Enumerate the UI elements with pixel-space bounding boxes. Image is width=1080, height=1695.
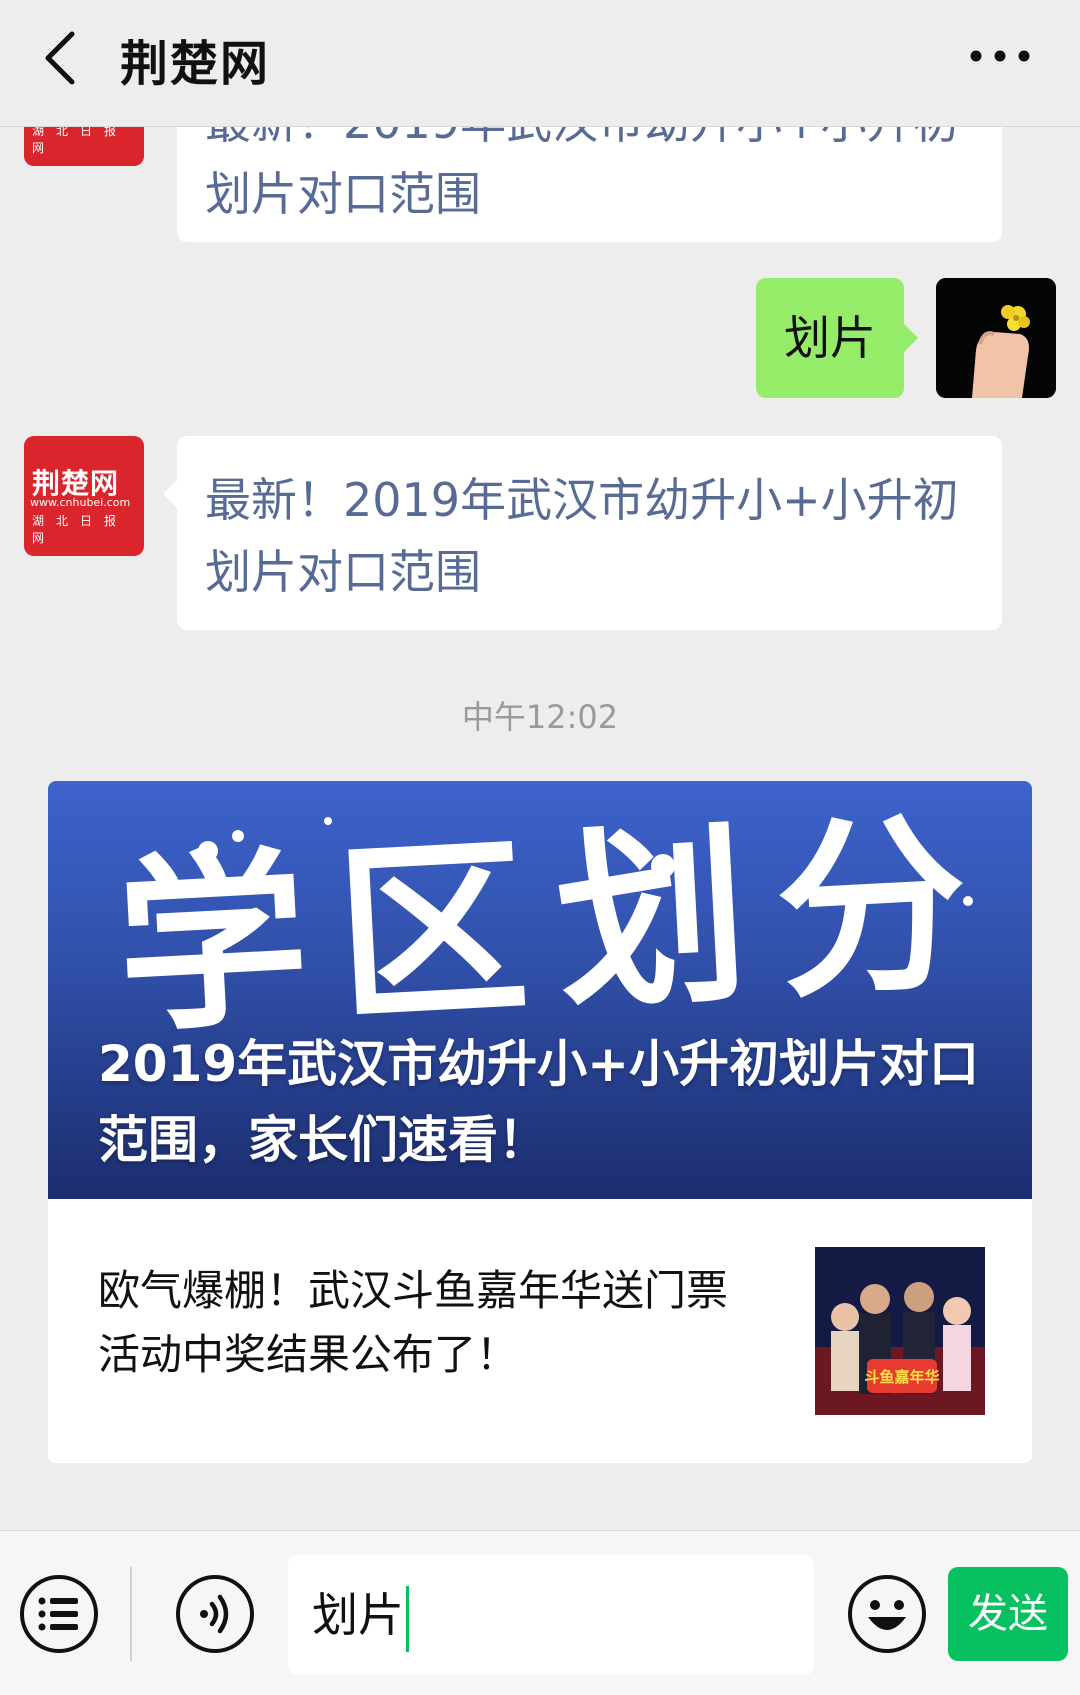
message-input[interactable]: 划片 — [288, 1555, 814, 1675]
official-account-avatar[interactable]: 荆楚网 www.cnhubei.com 湖北日报网 — [24, 436, 144, 556]
voice-input-icon[interactable] — [174, 1573, 256, 1655]
thumbnail-image: 斗鱼嘉年华 — [815, 1247, 985, 1415]
banner-calligraphy-art: 学区划分 — [112, 791, 1002, 1041]
article-link-text: 最新！2019年武汉市幼升小+小升初划片对口范围 — [205, 473, 959, 599]
user-message-bubble[interactable]: 划片 — [756, 278, 918, 398]
text-cursor — [406, 1585, 409, 1652]
article-link-bubble[interactable]: 最新！2019年武汉市幼升小+小升初划片对口范围 — [163, 436, 1002, 630]
article-banner[interactable]: 学区划分 2019年武汉市幼升小+小升初划片对口范围，家长们速看！ — [48, 781, 1032, 1199]
bubble-tail — [904, 324, 918, 352]
menu-list-icon[interactable] — [18, 1573, 100, 1655]
banner-art-text: 学区划分 — [112, 791, 1002, 1041]
page-title: 荆楚网 — [120, 36, 271, 92]
thumbnail-text: 斗鱼嘉年华 — [864, 1368, 939, 1386]
bubble-tail — [163, 480, 177, 508]
chat-area: 荆楚网 www.cnhubei.com 湖北日报网 最新！2019年武汉市幼升小… — [0, 0, 1080, 1530]
sub-article-title: 欧气爆棚！武汉斗鱼嘉年华送门票活动中奖结果公布了！ — [98, 1266, 729, 1379]
bar-divider — [130, 1567, 132, 1661]
more-options-icon[interactable] — [968, 48, 1032, 64]
emoji-icon[interactable] — [846, 1573, 928, 1655]
article-title: 2019年武汉市幼升小+小升初划片对口范围，家长们速看！ — [98, 1035, 980, 1169]
sub-article-thumbnail[interactable]: 斗鱼嘉年华 — [815, 1247, 985, 1415]
message-input-value: 划片 — [312, 1588, 404, 1642]
baby-hand-image — [936, 278, 1056, 398]
send-button[interactable]: 发送 — [948, 1567, 1068, 1661]
avatar-logo-slogan: 湖北日报网 — [32, 124, 129, 155]
avatar-logo-url: www.cnhubei.com — [30, 496, 131, 509]
avatar-logo-slogan: 湖北日报网 — [32, 514, 129, 545]
user-avatar[interactable] — [936, 278, 1056, 398]
bottom-input-bar: 划片 发送 — [0, 1530, 1080, 1695]
top-nav-bar: 荆楚网 — [0, 0, 1080, 127]
user-message-text: 划片 — [784, 311, 876, 365]
back-arrow-icon[interactable] — [36, 28, 86, 88]
message-timestamp: 中午12:02 — [461, 698, 619, 736]
